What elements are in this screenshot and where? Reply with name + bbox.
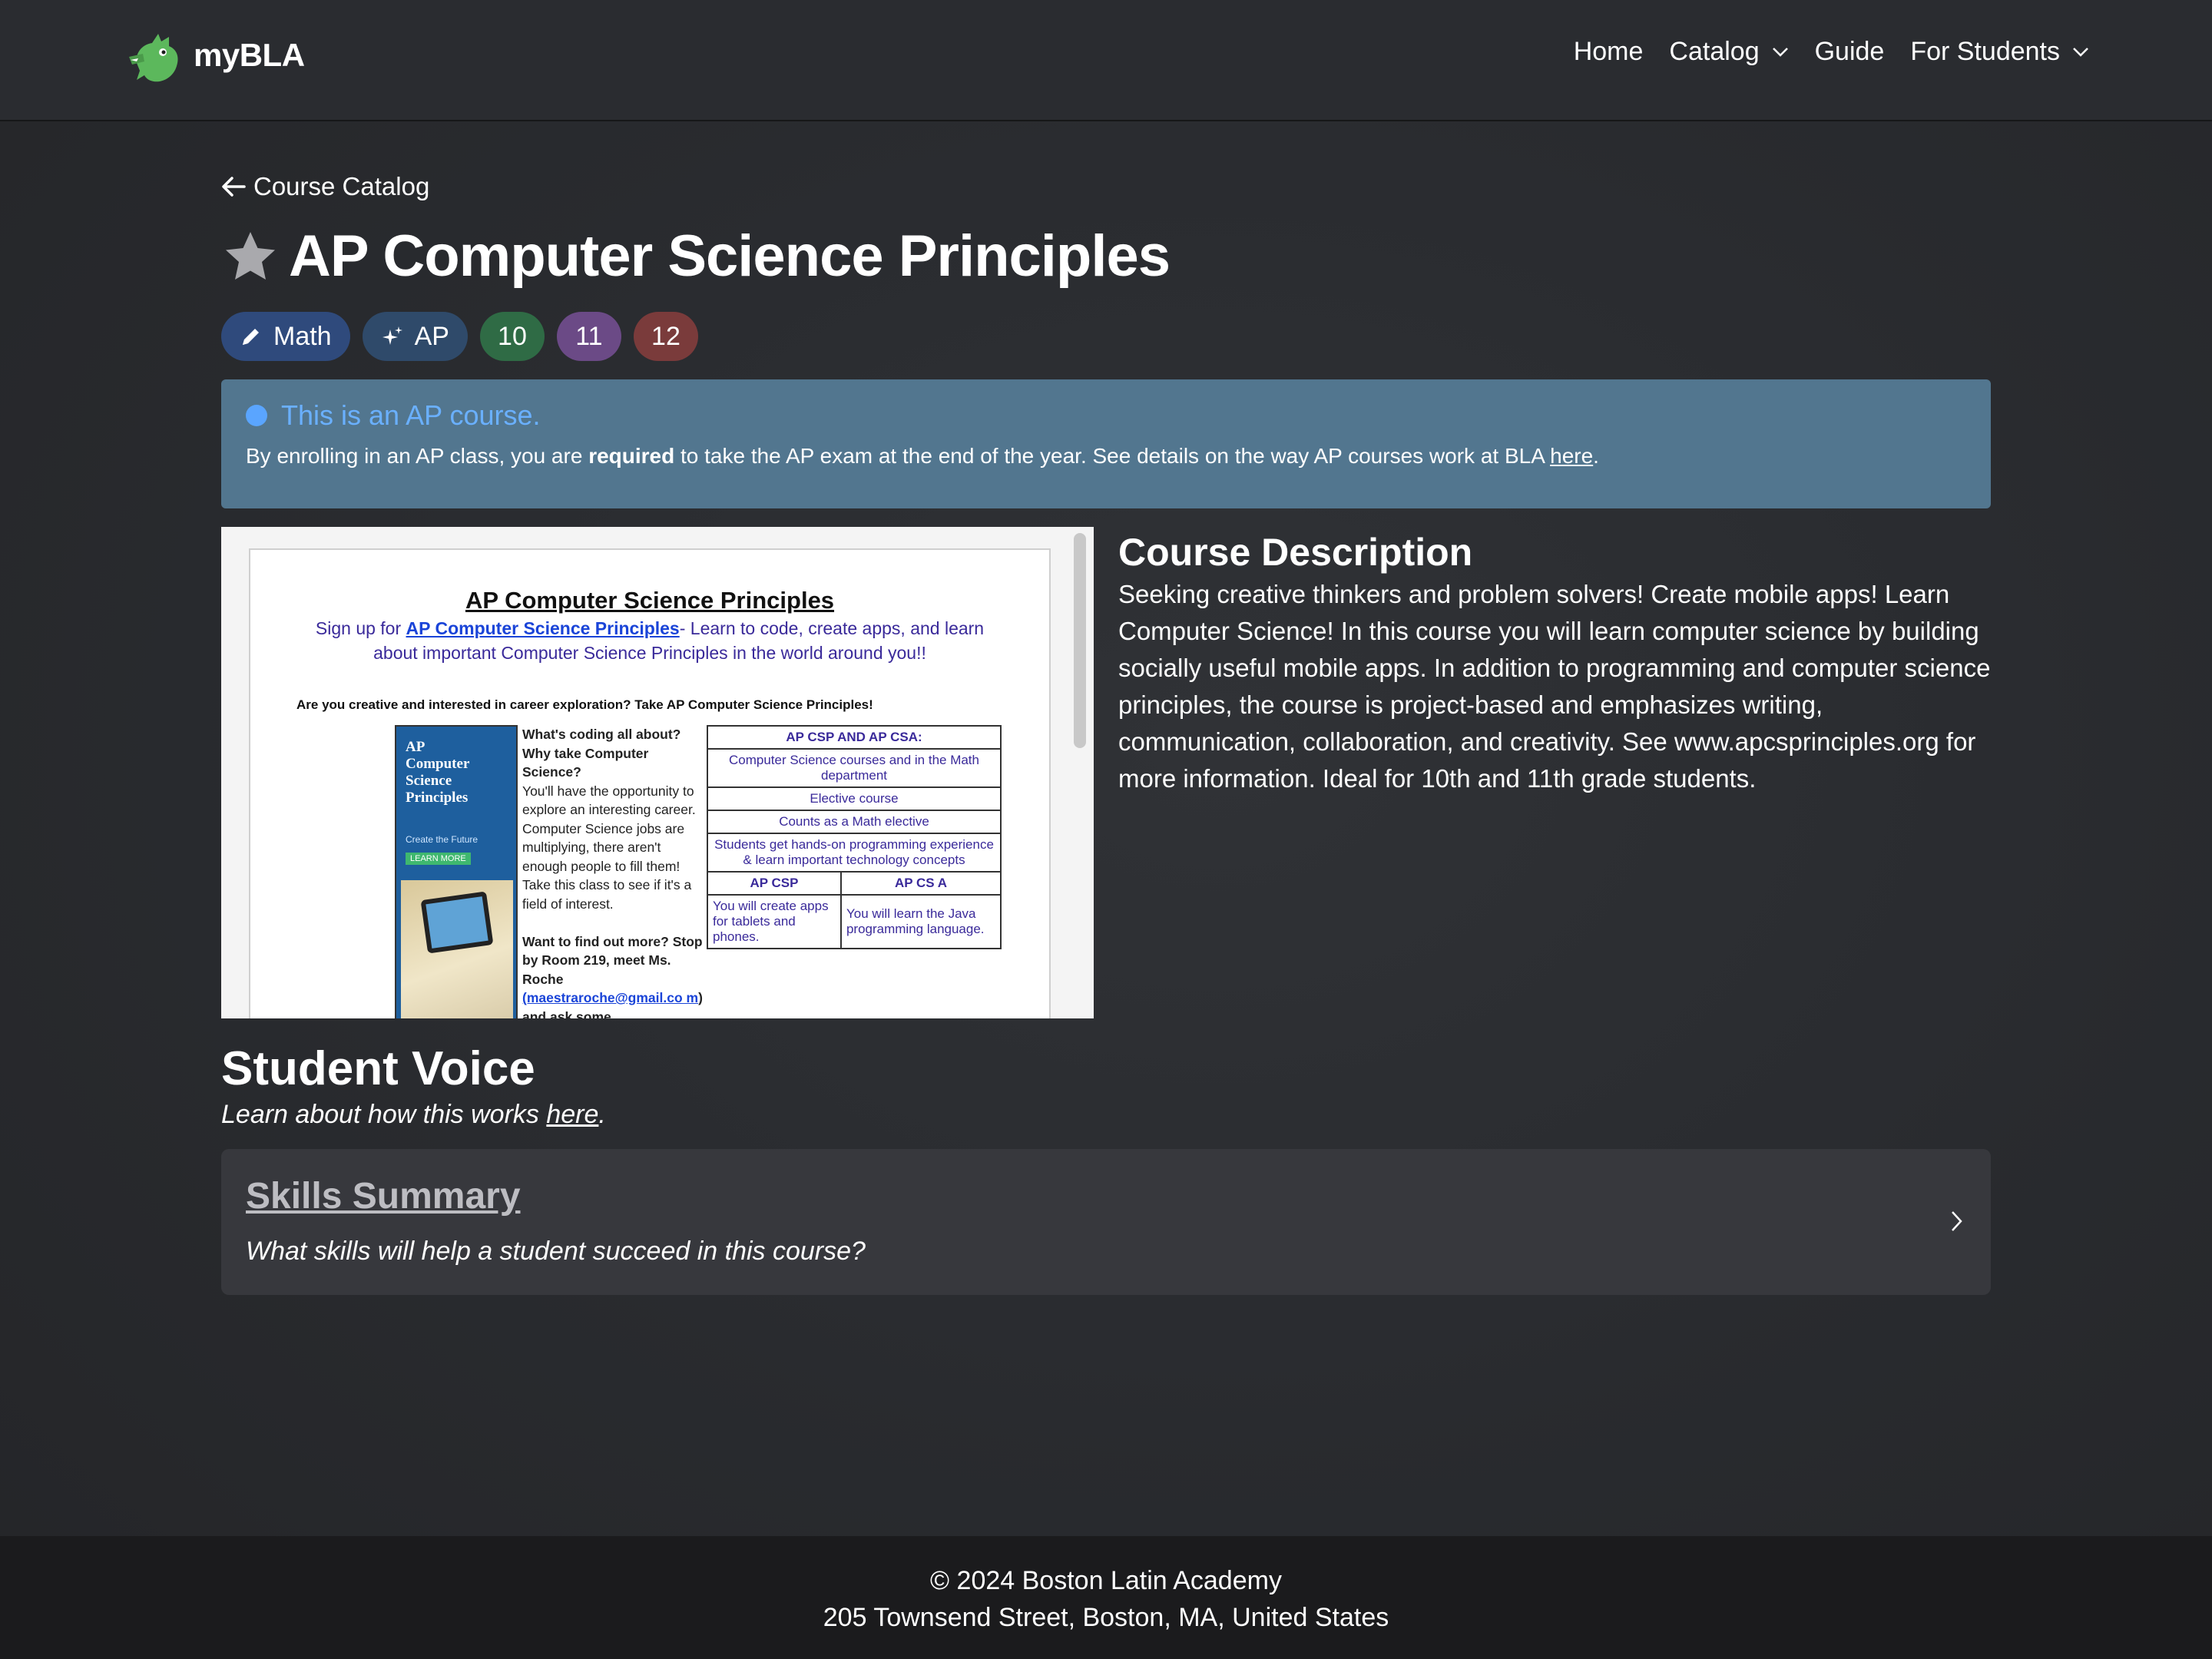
footer-address: 205 Townsend Street, Boston, MA, United … — [823, 1603, 1389, 1632]
course-flyer-image: AP Computer Science Principles Sign up f… — [221, 527, 1094, 1018]
flyer-page: AP Computer Science Principles Sign up f… — [249, 548, 1051, 1018]
nav-catalog-label: Catalog — [1669, 37, 1760, 66]
flyer-col-a-text: You will create apps for tablets and pho… — [707, 894, 842, 949]
student-voice-period: . — [598, 1100, 606, 1129]
navbar: myBLA Home Catalog Guide For Students — [0, 0, 2212, 121]
poster-photo — [401, 880, 513, 1018]
course-title-row: AP Computer Science Principles — [221, 223, 1171, 290]
tag-grade-12: 12 — [633, 312, 698, 361]
poster-button: LEARN MORE — [406, 853, 471, 865]
main-nav: Home Catalog Guide For Students — [1548, 37, 2089, 67]
nav-catalog-dropdown[interactable]: Catalog — [1669, 37, 1788, 67]
alert-period: . — [1593, 444, 1599, 468]
nav-guide-label: Guide — [1814, 37, 1885, 66]
brand-name: myBLA — [194, 37, 305, 73]
flyer-column-text: What's coding all about? Why take Comput… — [522, 725, 704, 1018]
chevron-down-icon — [1772, 47, 1788, 57]
course-tags: Math AP 10 11 12 — [221, 312, 710, 361]
nav-for-students-dropdown[interactable]: For Students — [1910, 37, 2089, 67]
footer-copyright: © 2024 Boston Latin Academy — [930, 1566, 1282, 1595]
alert-heading-text: This is an AP course. — [281, 399, 541, 431]
info-dot-icon — [246, 405, 267, 426]
flyer-subtitle: Sign up for AP Computer Science Principl… — [296, 616, 1003, 665]
flyer-scrollbar[interactable] — [1074, 533, 1086, 748]
flyer-sub-link: AP Computer Science Principles — [406, 618, 680, 638]
flyer-title: AP Computer Science Principles — [465, 587, 835, 614]
tag-grade-11: 11 — [556, 312, 621, 361]
alert-heading: This is an AP course. — [246, 399, 1966, 432]
arrow-left-icon — [222, 177, 246, 197]
flyer-poster: AP Computer Science Principles Create th… — [395, 725, 518, 1018]
flyer-table-row: Elective course — [707, 786, 1002, 811]
tag-ap-label: AP — [414, 321, 449, 351]
nav-home[interactable]: Home — [1574, 37, 1644, 67]
flyer-table-row: Counts as a Math elective — [707, 810, 1002, 834]
star-icon[interactable] — [221, 227, 280, 286]
sparkles-icon — [382, 326, 402, 345]
chevron-right-icon[interactable] — [1949, 1209, 1965, 1233]
student-voice-subtitle: Learn about how this works here. — [221, 1100, 606, 1130]
flyer-col-text: You'll have the opportunity to explore a… — [522, 783, 696, 912]
tag-grade-10: 10 — [479, 312, 545, 361]
student-voice-sub-text: Learn about how this works — [221, 1100, 547, 1129]
course-description-title: Course Description — [1118, 531, 1473, 574]
alert-here-link[interactable]: here — [1550, 444, 1593, 468]
tag-math: Math — [221, 312, 350, 361]
ap-course-alert: This is an AP course. By enrolling in an… — [221, 379, 1991, 508]
flyer-table: AP CSP AND AP CSA: Computer Science cour… — [707, 725, 1002, 949]
tag-ap: AP — [362, 312, 468, 361]
dragon-icon — [129, 34, 178, 82]
poster-title: AP Computer Science Principles — [406, 739, 470, 806]
alert-body-text: By enrolling in an AP class, you are — [246, 444, 589, 468]
student-voice-title: Student Voice — [221, 1042, 535, 1095]
flyer-col-b-header: AP CS A — [839, 871, 1002, 896]
alert-body: By enrolling in an AP class, you are req… — [246, 444, 1966, 469]
tablet-illustration — [420, 891, 494, 954]
flyer-table-row: Students get hands-on programming experi… — [707, 833, 1002, 873]
skills-summary-title[interactable]: Skills Summary — [246, 1175, 521, 1217]
nav-for-students-label: For Students — [1910, 37, 2060, 66]
poster-tagline: Create the Future — [406, 834, 478, 845]
flyer-sub-text: Sign up for — [315, 618, 406, 638]
nav-home-label: Home — [1573, 37, 1644, 66]
back-to-catalog-link[interactable]: Course Catalog — [221, 172, 429, 201]
nav-guide[interactable]: Guide — [1815, 37, 1885, 67]
student-voice-here-link[interactable]: here — [546, 1100, 598, 1129]
chevron-down-icon — [2073, 47, 2088, 57]
alert-body-bold: required — [588, 444, 675, 468]
skills-summary-subtitle: What skills will help a student succeed … — [246, 1237, 866, 1266]
flyer-table-row: Computer Science courses and in the Math… — [707, 748, 1002, 788]
skills-summary-card[interactable]: Skills Summary What skills will help a s… — [221, 1149, 1991, 1295]
flyer-col-heading-2: Want to find out more? Stop by Room 219,… — [522, 933, 703, 987]
course-description-body: Seeking creative thinkers and problem so… — [1118, 580, 1991, 793]
brand-home-link[interactable]: myBLA — [121, 23, 305, 88]
footer: © 2024 Boston Latin Academy 205 Townsend… — [0, 1536, 2212, 1659]
flyer-question: Are you creative and interested in caree… — [296, 697, 873, 712]
flyer-col-a-header: AP CSP — [707, 871, 842, 896]
tag-math-label: Math — [273, 321, 332, 351]
flyer-col-heading: What's coding all about? Why take Comput… — [522, 727, 681, 780]
alert-body-text-2: to take the AP exam at the end of the ye… — [674, 444, 1551, 468]
flyer-email-link: (maestraroche@gmail.co m — [522, 990, 699, 1005]
page-title: AP Computer Science Principles — [289, 224, 1171, 289]
back-link-label: Course Catalog — [253, 172, 430, 200]
pencil-icon — [243, 329, 259, 345]
flyer-col-b-text: You will learn the Java programming lang… — [839, 894, 1002, 949]
flyer-table-header: AP CSP AND AP CSA: — [707, 725, 1002, 750]
